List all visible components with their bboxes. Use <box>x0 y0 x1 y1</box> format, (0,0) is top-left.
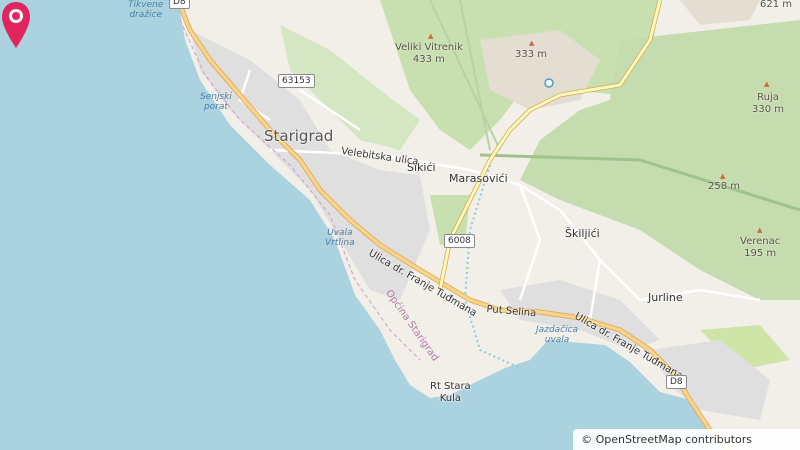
road-shield-d8: D8 <box>169 0 190 9</box>
water-label-vrtlina: Uvala Vrtlina <box>325 228 355 249</box>
water-label-jazdacica: Jazdačica uvala <box>536 325 579 346</box>
road-shield-63153: 63153 <box>278 74 315 88</box>
attribution-text[interactable]: © OpenStreetMap contributors <box>573 429 800 450</box>
peak-triangle-icon: ▲ <box>428 32 434 40</box>
place-label-rt-stara-kula: Rt Stara Kula <box>430 381 471 404</box>
peak-label-258: 258 m <box>708 181 741 192</box>
water-label-senjski: Senjski porat <box>200 92 232 113</box>
peak-label-333: 333 m <box>515 49 548 60</box>
peak-triangle-icon: ▲ <box>720 172 726 180</box>
peak-label-621: 621 m <box>760 0 793 10</box>
location-pin-icon[interactable] <box>0 0 32 52</box>
peak-triangle-icon: ▲ <box>757 226 763 234</box>
peak-label-veliki-vitrenik: Veliki Vitrenik 433 m <box>395 42 463 65</box>
road-shield-d8-south: D8 <box>666 375 687 389</box>
peak-triangle-icon: ▲ <box>529 39 535 47</box>
road-shield-6008: 6008 <box>444 234 475 248</box>
water-label-tikvene: Tikvene dražice <box>128 0 164 21</box>
peak-label-verenac: Verenac 195 m <box>740 236 781 259</box>
place-label-skiljici: Škiljići <box>565 227 600 240</box>
place-label-jurline: Jurline <box>648 291 683 304</box>
peak-label-ruja: Ruja 330 m <box>752 92 785 115</box>
map-canvas[interactable]: Starigrad Sikići Marasovići Škiljići Jur… <box>0 0 800 450</box>
place-label-starigrad: Starigrad <box>264 127 334 145</box>
poi-marker <box>544 78 554 88</box>
peak-triangle-icon: ▲ <box>764 80 770 88</box>
place-label-marasovici: Marasovići <box>449 172 508 185</box>
